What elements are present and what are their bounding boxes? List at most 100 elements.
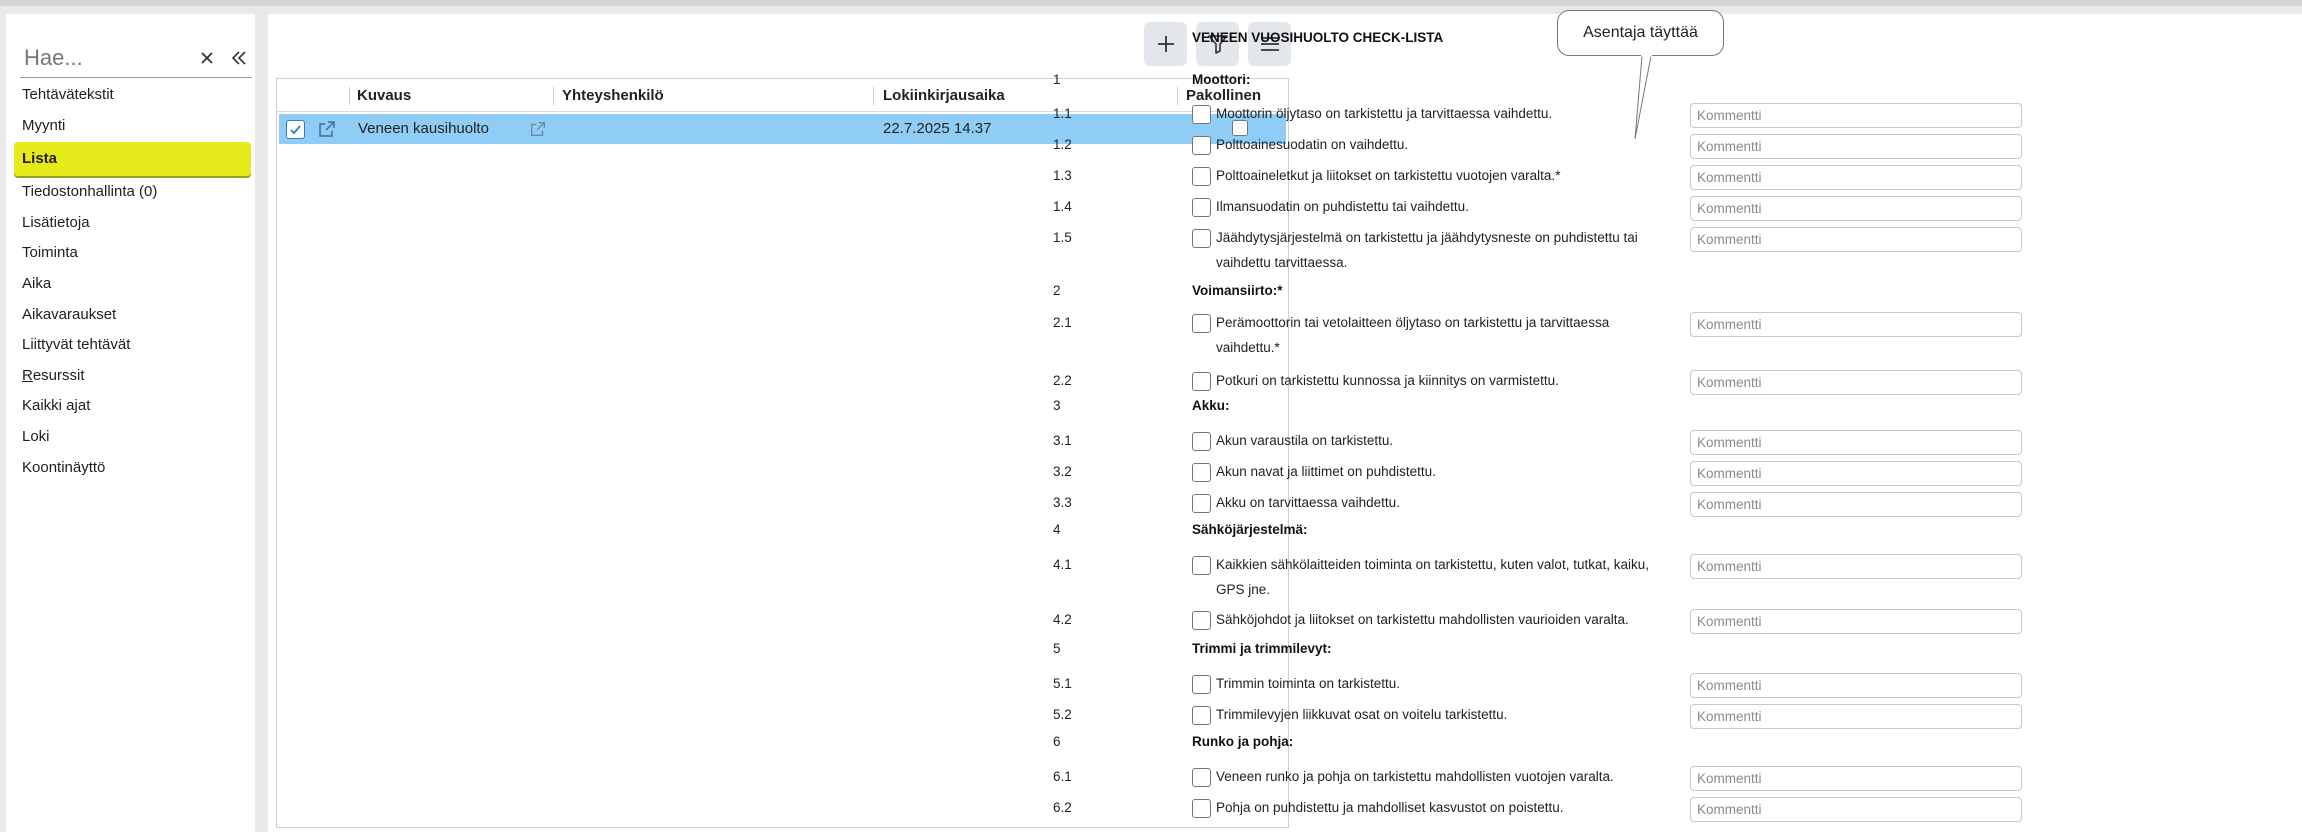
section-number: 6 [1053, 734, 1061, 749]
item-number: 1.1 [1053, 106, 1072, 121]
sidebar-item[interactable]: Aika [14, 269, 251, 300]
item-checkbox[interactable] [1192, 372, 1211, 391]
open-external-icon[interactable] [529, 120, 547, 138]
item-number: 4.2 [1053, 612, 1072, 627]
item-text: Sähköjohdot ja liitokset on tarkistettu … [1216, 612, 1629, 627]
item-number: 3.2 [1053, 464, 1072, 479]
column-separator [873, 87, 874, 105]
item-number: 5.2 [1053, 707, 1072, 722]
item-text: Akun varaustila on tarkistettu. [1216, 433, 1394, 448]
comment-input[interactable] [1690, 103, 2022, 128]
comment-input[interactable] [1690, 430, 2022, 455]
comment-input[interactable] [1690, 370, 2022, 395]
comment-input[interactable] [1690, 492, 2022, 517]
sidebar-item[interactable]: Kaikki ajat [14, 391, 251, 422]
section-number: 4 [1053, 522, 1061, 537]
section-title: Akku: [1192, 398, 1230, 413]
sidebar-item[interactable]: Resurssit [14, 361, 251, 392]
item-checkbox[interactable] [1192, 198, 1211, 217]
item-text: Veneen runko ja pohja on tarkistettu mah… [1216, 769, 1614, 784]
add-button[interactable] [1144, 22, 1187, 66]
column-header-kuvaus[interactable]: Kuvaus [351, 79, 411, 112]
sidebar-item[interactable]: Lisätietoja [14, 208, 251, 239]
section-title: Trimmi ja trimmilevyt: [1192, 641, 1332, 656]
comment-input[interactable] [1690, 227, 2022, 252]
item-number: 1.5 [1053, 230, 1072, 245]
comment-input[interactable] [1690, 797, 2022, 822]
sidebar-item[interactable]: Myynti [14, 111, 251, 142]
item-checkbox[interactable] [1192, 105, 1211, 124]
item-text: Trimmin toiminta on tarkistettu. [1216, 676, 1401, 691]
item-checkbox[interactable] [1192, 556, 1211, 575]
item-number: 5.1 [1053, 676, 1072, 691]
sidebar-item[interactable]: Lista [14, 142, 251, 177]
open-external-icon[interactable] [317, 119, 337, 139]
item-checkbox[interactable] [1192, 136, 1211, 155]
search-box [20, 40, 252, 78]
item-checkbox[interactable] [1192, 768, 1211, 787]
column-separator [553, 87, 554, 105]
item-checkbox[interactable] [1192, 229, 1211, 248]
cell-kuvaus: Veneen kausihuolto [358, 120, 489, 137]
item-number: 4.1 [1053, 557, 1072, 572]
comment-input[interactable] [1690, 165, 2022, 190]
sidebar: TehtävätekstitMyyntiListaTiedostonhallin… [6, 14, 255, 832]
column-header-lokiinkirjausaika[interactable]: Lokiinkirjausaika [877, 79, 1005, 112]
item-text: Akku on tarvittaessa vaihdettu. [1216, 495, 1400, 510]
column-header-yhteyshenkilo[interactable]: Yhteyshenkilö [556, 79, 664, 112]
close-icon[interactable] [196, 47, 218, 69]
item-text: Kaikkien sähkölaitteiden toiminta on tar… [1216, 557, 1649, 597]
item-number: 1.4 [1053, 199, 1072, 214]
table-row[interactable]: Veneen kausihuolto 22.7.2025 14.37 [279, 114, 1286, 144]
column-separator [349, 87, 350, 105]
comment-input[interactable] [1690, 766, 2022, 791]
comment-input[interactable] [1690, 312, 2022, 337]
comment-input[interactable] [1690, 554, 2022, 579]
section-title: Moottori: [1192, 72, 1251, 87]
item-number: 1.3 [1053, 168, 1072, 183]
section-number: 1 [1053, 72, 1061, 87]
item-number: 6.2 [1053, 800, 1072, 815]
item-checkbox[interactable] [1192, 611, 1211, 630]
top-border [0, 0, 2302, 6]
sidebar-item-label-underlined-part: R [22, 366, 33, 384]
item-checkbox[interactable] [1192, 706, 1211, 725]
sidebar-item[interactable]: Liittyvät tehtävät [14, 330, 251, 361]
sidebar-item[interactable]: Loki [14, 422, 251, 453]
task-grid: Kuvaus Yhteyshenkilö Lokiinkirjausaika P… [276, 78, 1289, 828]
sidebar-item[interactable]: Koontinäyttö [14, 453, 251, 484]
item-checkbox[interactable] [1192, 494, 1211, 513]
item-checkbox[interactable] [1192, 799, 1211, 818]
sidebar-item[interactable]: Tehtävätekstit [14, 80, 251, 111]
item-number: 1.2 [1053, 137, 1072, 152]
sidebar-item[interactable]: Tiedostonhallinta (0) [14, 177, 251, 208]
item-checkbox[interactable] [1192, 463, 1211, 482]
item-text: Trimmilevyjen liikkuvat osat on voitelu … [1216, 707, 1508, 722]
comment-input[interactable] [1690, 704, 2022, 729]
item-checkbox[interactable] [1192, 432, 1211, 451]
comment-input[interactable] [1690, 134, 2022, 159]
comment-input[interactable] [1690, 461, 2022, 486]
item-text: Perämoottorin tai vetolaitteen öljytaso … [1216, 315, 1610, 355]
item-text: Polttoaineletkut ja liitokset on tarkist… [1216, 168, 1561, 183]
column-separator [1177, 87, 1178, 105]
tooltip-pointer [1634, 55, 1652, 140]
sidebar-nav: Tehtävätekstit Myynti Lista Tiedostonhallin… [14, 80, 251, 483]
item-checkbox[interactable] [1192, 675, 1211, 694]
double-chevron-left-icon[interactable] [228, 47, 250, 69]
item-checkbox[interactable] [1192, 314, 1211, 333]
sidebar-item[interactable]: Toiminta [14, 238, 251, 269]
comment-input[interactable] [1690, 609, 2022, 634]
plus-icon [1157, 36, 1174, 52]
comment-input[interactable] [1690, 196, 2022, 221]
checkmark-icon [290, 125, 301, 135]
row-select-checkbox[interactable] [286, 120, 305, 139]
grid-header: Kuvaus Yhteyshenkilö Lokiinkirjausaika P… [277, 79, 1288, 112]
item-number: 3.1 [1053, 433, 1072, 448]
section-title: Voimansiirto:* [1192, 283, 1283, 298]
search-input[interactable] [22, 44, 182, 72]
comment-input[interactable] [1690, 673, 2022, 698]
sidebar-item[interactable]: Aikavaraukset [14, 300, 251, 331]
item-checkbox[interactable] [1192, 167, 1211, 186]
item-text: Ilmansuodatin on puhdistettu tai vaihdet… [1216, 199, 1469, 214]
